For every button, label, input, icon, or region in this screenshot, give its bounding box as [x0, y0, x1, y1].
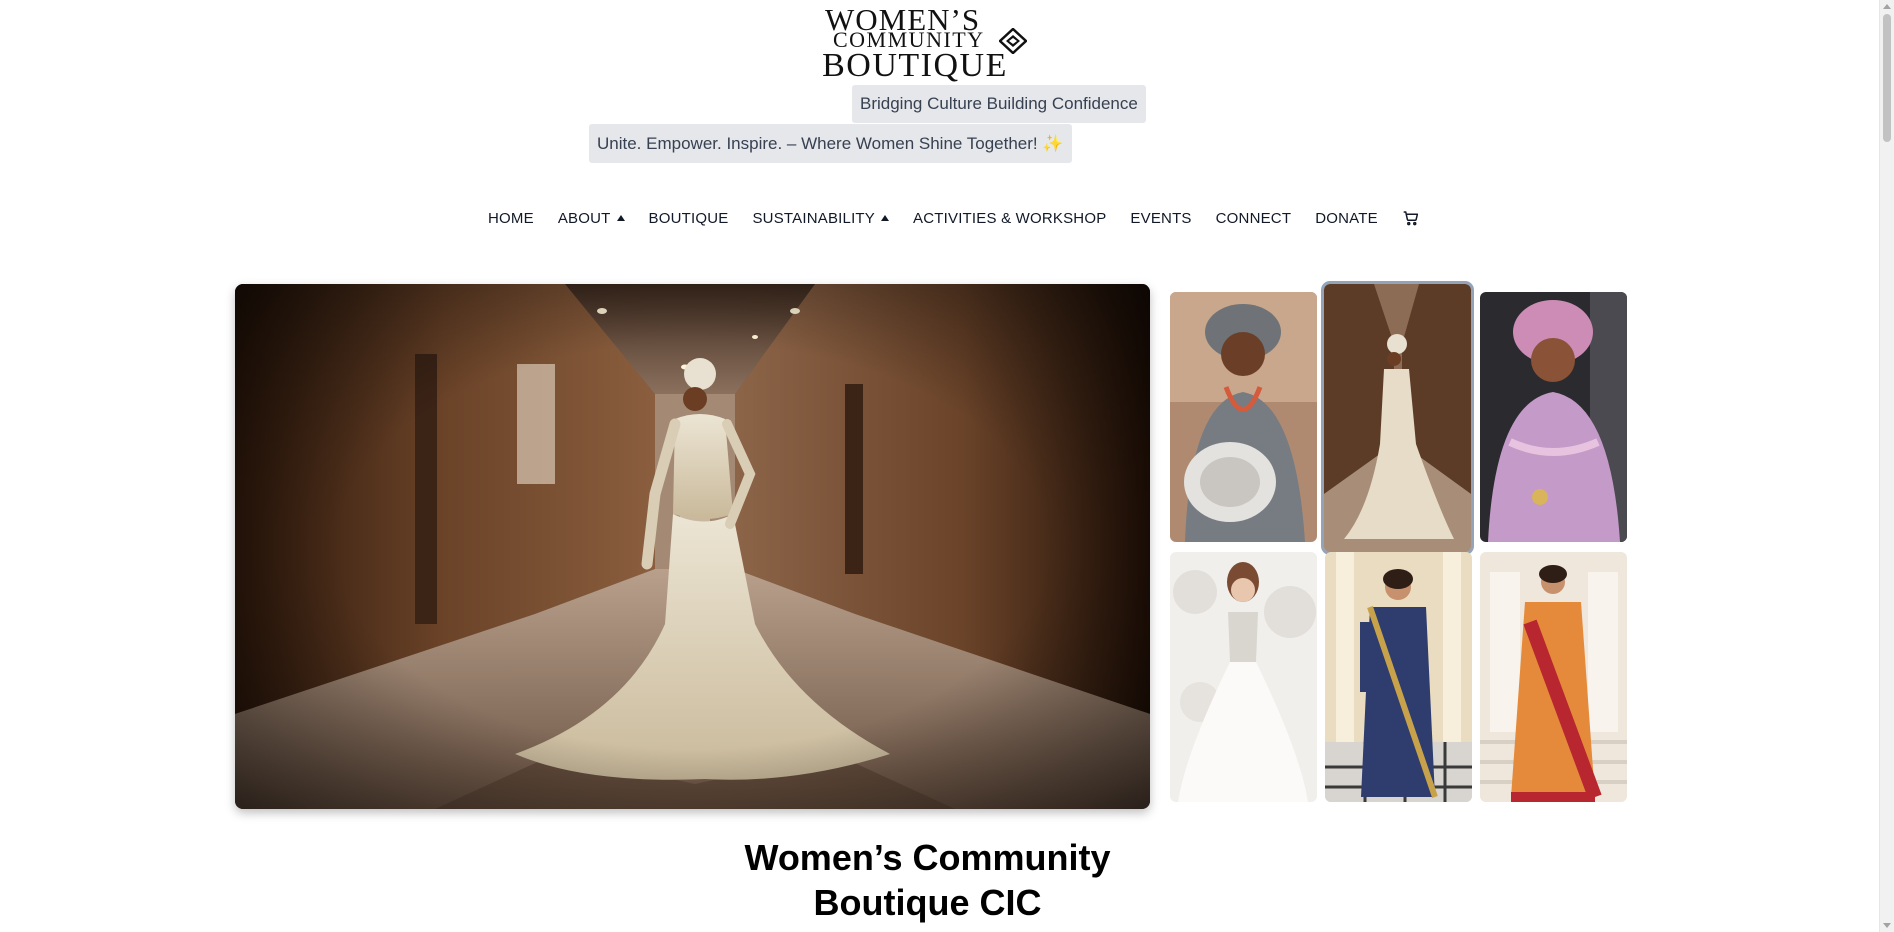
tagline-primary: Bridging Culture Building Confidence	[852, 85, 1146, 123]
nav-item-label: EVENTS	[1130, 209, 1192, 227]
nav-item-sustainability[interactable]: SUSTAINABILITY	[752, 209, 890, 227]
logo-line-3: BOUTIQUE	[822, 47, 1008, 84]
scroll-down-icon[interactable]	[1883, 923, 1891, 928]
thumb-white-ball-gown	[1170, 552, 1317, 802]
nav-item-label: SUSTAINABILITY	[752, 209, 876, 227]
thumb-cream-gown-hallway	[1324, 284, 1471, 552]
thumb-pink-gele-outfit	[1480, 292, 1627, 542]
nav-item-activities-workshop[interactable]: ACTIVITIES & WORKSHOP	[913, 210, 1106, 227]
caret-up-icon	[881, 215, 890, 221]
nav-item-label: BOUTIQUE	[648, 209, 729, 227]
main-nav: HOME ABOUT BOUTIQUE SUSTAINABILITY ACTIV…	[488, 208, 1444, 228]
hero-photo-cream-gown	[235, 284, 1150, 809]
tagline-secondary: Unite. Empower. Inspire. – Where Women S…	[589, 124, 1072, 163]
caret-up-icon	[616, 215, 625, 221]
cart-button[interactable]	[1402, 209, 1420, 227]
nav-item-about[interactable]: ABOUT	[558, 210, 625, 227]
thumb-grey-gele-outfit	[1170, 292, 1317, 542]
scroll-up-icon[interactable]	[1883, 4, 1891, 9]
gallery-thumb-5[interactable]	[1325, 552, 1472, 802]
nav-item-label: ACTIVITIES & WORKSHOP	[913, 209, 1107, 227]
nav-item-home[interactable]: HOME	[488, 210, 534, 227]
scrollbar-thumb[interactable]	[1883, 14, 1891, 142]
hero-image	[235, 284, 1150, 809]
gallery-thumb-4[interactable]	[1170, 552, 1317, 802]
nav-item-connect[interactable]: CONNECT	[1216, 210, 1292, 227]
nav-item-label: ABOUT	[557, 209, 611, 227]
gallery-thumb-3[interactable]	[1480, 292, 1627, 542]
page-scrollbar[interactable]	[1879, 0, 1894, 932]
nav-item-label: DONATE	[1315, 209, 1378, 227]
cart-icon	[1403, 211, 1418, 226]
gallery-thumb-6[interactable]	[1480, 552, 1627, 802]
nav-item-events[interactable]: EVENTS	[1130, 210, 1191, 227]
nav-item-label: CONNECT	[1215, 209, 1292, 227]
nav-item-donate[interactable]: DONATE	[1315, 210, 1378, 227]
nav-item-label: HOME	[488, 209, 534, 227]
nav-item-boutique[interactable]: BOUTIQUE	[649, 210, 729, 227]
thumb-navy-saree	[1325, 552, 1472, 802]
site-logo[interactable]: WOMEN’S COMMUNITY BOUTIQUE	[815, 4, 1035, 84]
logo-diamond-icon	[999, 28, 1027, 54]
page-title: Women’s Community Boutique CIC	[640, 835, 1215, 925]
page-title-line-1: Women’s Community	[744, 837, 1111, 878]
gallery-thumb-2[interactable]	[1321, 281, 1474, 555]
thumb-orange-saree	[1480, 552, 1627, 802]
page-title-line-2: Boutique CIC	[813, 882, 1042, 923]
gallery-thumb-1[interactable]	[1170, 292, 1317, 542]
